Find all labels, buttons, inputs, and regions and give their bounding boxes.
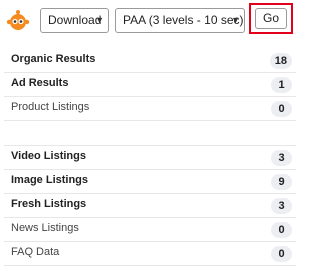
list-spacer — [0, 121, 300, 146]
result-row: Organic Results 18 — [0, 49, 300, 73]
robot-logo-icon — [6, 10, 30, 30]
count-badge: 18 — [269, 53, 292, 69]
count-badge: 9 — [271, 174, 292, 190]
result-label: Image Listings — [11, 174, 89, 186]
count-badge: 0 — [271, 222, 292, 238]
chevron-down-icon: ▼ — [231, 15, 240, 25]
result-row: FAQ Data 0 — [0, 242, 300, 266]
result-label: Ad Results — [11, 77, 69, 89]
result-row: Product Listings 0 — [0, 97, 300, 121]
go-button-highlight: Go — [249, 3, 293, 34]
result-row: Fresh Listings 3 — [0, 194, 300, 218]
count-badge: 0 — [271, 246, 292, 262]
result-row: Image Listings 9 — [0, 170, 300, 194]
download-select-value: Download — [48, 13, 102, 27]
count-badge: 1 — [271, 77, 292, 93]
count-badge: 3 — [271, 150, 292, 166]
count-badge: 3 — [271, 198, 292, 214]
download-select[interactable]: Download ▼ — [40, 8, 109, 33]
result-label: FAQ Data — [11, 246, 60, 258]
count-badge: 0 — [271, 101, 292, 117]
row-divider — [4, 265, 296, 266]
result-label: Organic Results — [11, 53, 96, 65]
results-list: Organic Results 18 Ad Results 1 Product List… — [0, 49, 300, 266]
result-row: News Listings 0 — [0, 218, 300, 242]
result-row: Ad Results 1 — [0, 73, 300, 97]
result-label: News Listings — [11, 222, 79, 234]
toolbar: Download ▼ PAA (3 levels - 10 sec) ▼ Go — [0, 0, 300, 40]
paa-select-value: PAA (3 levels - 10 sec) — [123, 13, 244, 27]
chevron-down-icon: ▼ — [95, 15, 104, 25]
result-label: Fresh Listings — [11, 198, 87, 210]
paa-levels-select[interactable]: PAA (3 levels - 10 sec) ▼ — [115, 8, 245, 33]
go-button[interactable]: Go — [255, 8, 287, 29]
result-label: Product Listings — [11, 101, 90, 113]
result-label: Video Listings — [11, 150, 86, 162]
result-row: Video Listings 3 — [0, 146, 300, 170]
